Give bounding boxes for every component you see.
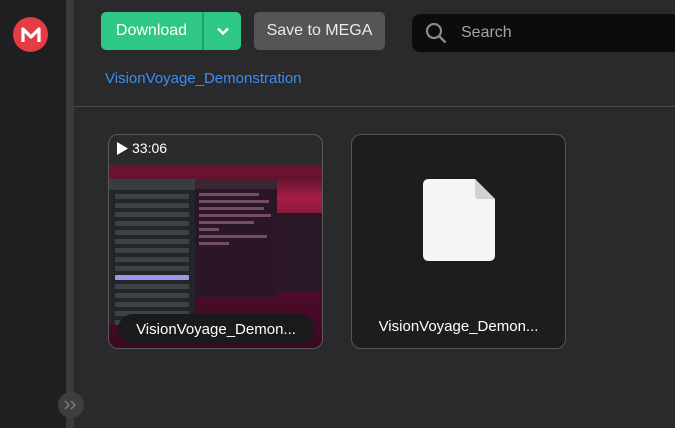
file-card-video[interactable]: 33:06 VisionVoyage_Demon... bbox=[108, 134, 323, 349]
chevron-down-icon bbox=[216, 27, 229, 35]
search-icon bbox=[425, 22, 447, 44]
search-bar[interactable] bbox=[412, 14, 675, 52]
play-icon bbox=[117, 141, 128, 155]
sidebar-rail bbox=[66, 0, 74, 428]
video-duration: 33:06 bbox=[117, 140, 167, 156]
mega-logo-icon[interactable] bbox=[13, 17, 48, 52]
search-input[interactable] bbox=[459, 23, 653, 43]
download-options-button[interactable] bbox=[204, 12, 241, 50]
duration-text: 33:06 bbox=[132, 140, 168, 156]
file-icon bbox=[423, 179, 495, 261]
expand-sidebar-button[interactable] bbox=[58, 392, 84, 418]
file-name: VisionVoyage_Demon... bbox=[378, 318, 539, 335]
header-divider bbox=[74, 106, 675, 107]
expand-sidebar-icon bbox=[64, 400, 77, 410]
breadcrumb[interactable]: VisionVoyage_Demonstration bbox=[105, 70, 302, 87]
save-to-mega-button[interactable]: Save to MEGA bbox=[254, 12, 385, 50]
file-name: VisionVoyage_Demon... bbox=[118, 314, 314, 344]
sidebar bbox=[0, 0, 74, 428]
download-button[interactable]: Download bbox=[101, 12, 241, 50]
file-card[interactable]: VisionVoyage_Demon... bbox=[351, 134, 566, 349]
download-label: Download bbox=[115, 22, 188, 39]
